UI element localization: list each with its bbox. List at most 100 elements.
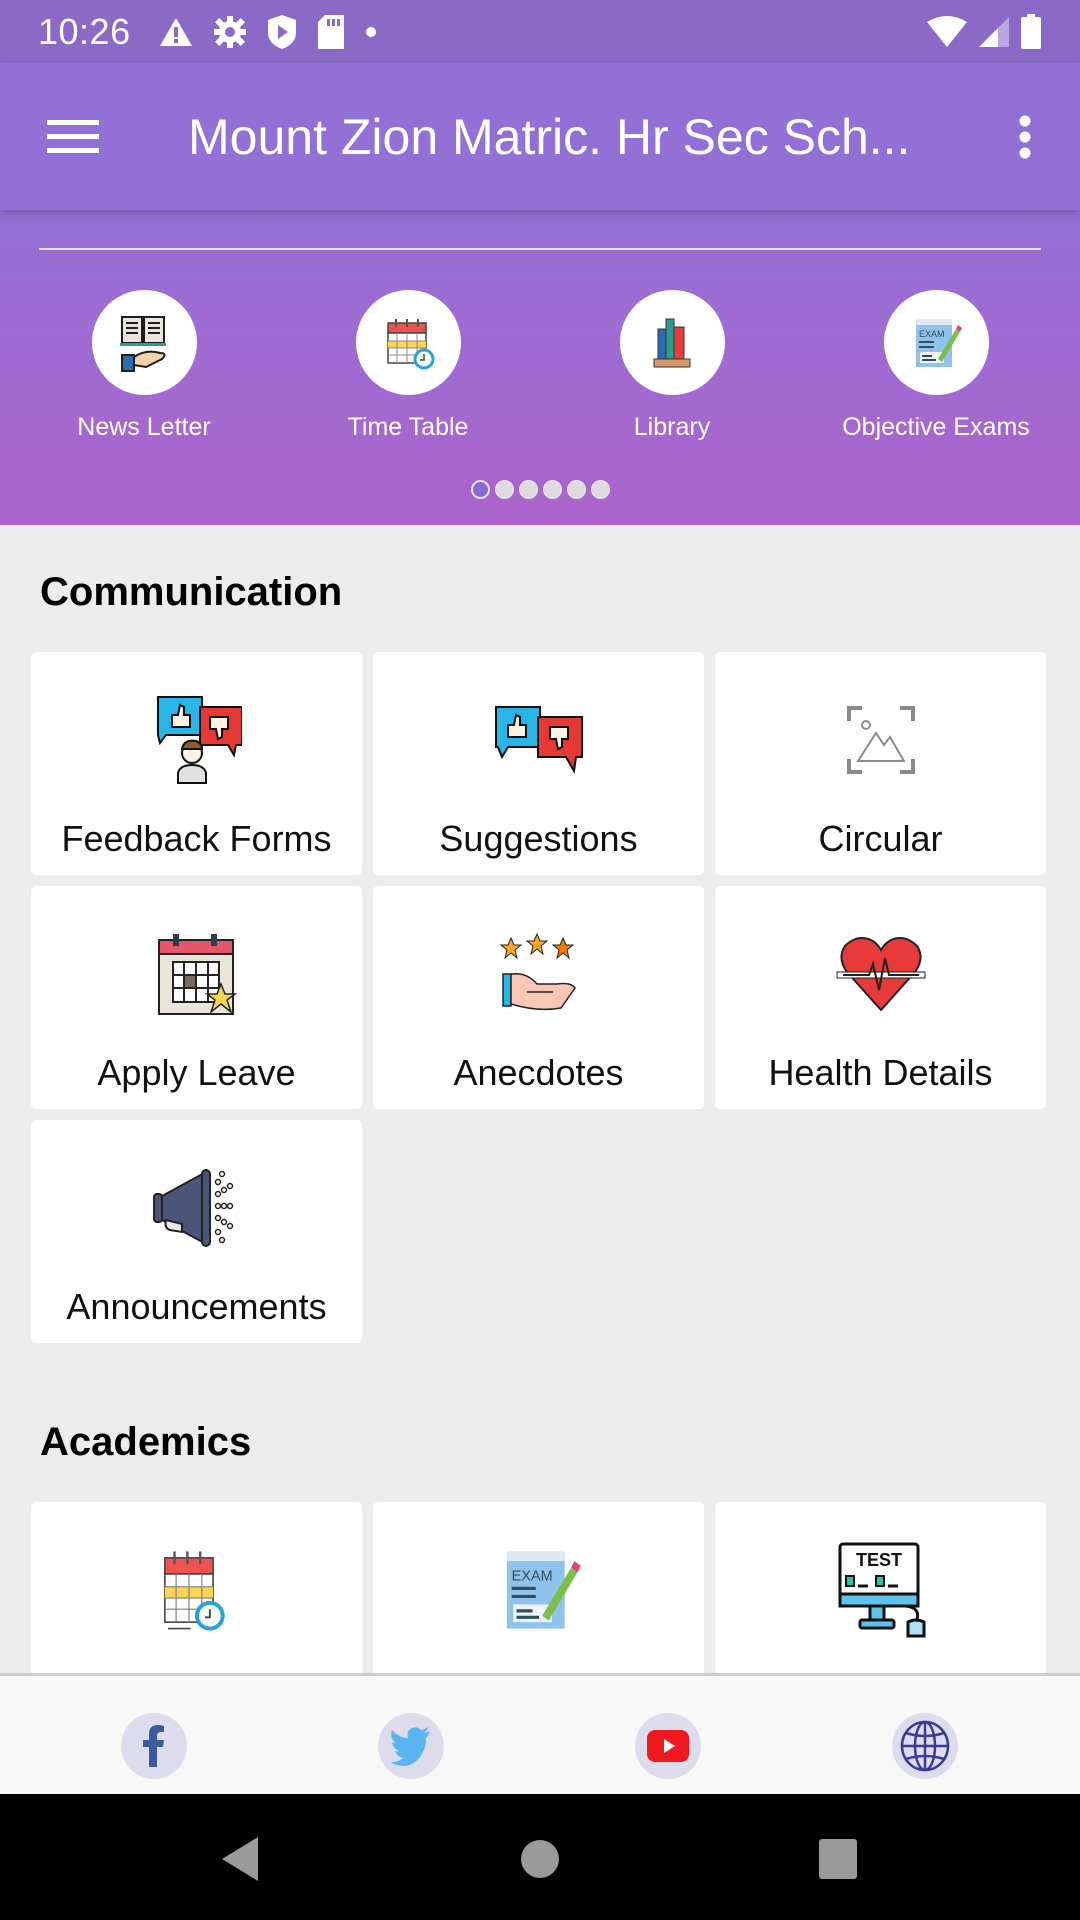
calendar-clock-icon	[387, 318, 435, 369]
quick-links-carousel[interactable]: News Letter Time Table Library EXAM Obje…	[0, 290, 1080, 442]
svg-text:EXAM: EXAM	[919, 329, 945, 339]
tile-icon	[147, 924, 247, 1024]
recents-icon	[819, 1839, 857, 1879]
books-icon	[653, 318, 691, 367]
back-button[interactable]	[210, 1834, 270, 1884]
exam-paper-pencil-icon: EXAM	[506, 1551, 581, 1629]
quick-link-icon-circle	[91, 290, 197, 395]
thumbs-up-down-bubbles-icon	[494, 706, 583, 775]
quick-link-label: Library	[633, 413, 711, 441]
menu-button[interactable]	[23, 87, 123, 187]
home-button[interactable]	[510, 1834, 570, 1884]
tile-label: Circular	[818, 818, 943, 859]
section-title-communication: Communication	[40, 570, 343, 614]
pager-dot[interactable]	[518, 480, 538, 499]
tile-icon	[147, 690, 247, 790]
tile-academics-exams[interactable]: EXAM	[373, 1502, 704, 1673]
megaphone-icon	[152, 1169, 233, 1247]
facebook-icon	[143, 1725, 164, 1767]
tile-suggestions[interactable]: Suggestions	[373, 652, 704, 875]
calendar-star-icon	[157, 934, 237, 1015]
system-icons	[926, 13, 1042, 50]
gear-icon	[213, 15, 246, 48]
twitter-button[interactable]	[378, 1713, 444, 1779]
facebook-button[interactable]	[121, 1713, 187, 1779]
newsletter-book-hand-icon	[120, 315, 166, 372]
battery-icon	[1021, 13, 1041, 49]
tile-icon	[489, 690, 589, 790]
stars-hand-icon	[499, 932, 576, 1011]
more-vert-icon	[1019, 115, 1031, 158]
communication-grid: Feedback Forms Suggestions Circular Appl…	[31, 652, 1046, 1343]
alert-icon	[159, 17, 192, 46]
system-navigation-bar	[0, 1794, 1080, 1920]
recents-button[interactable]	[808, 1834, 868, 1884]
svg-text:TEST: TEST	[856, 1550, 902, 1570]
quick-link-library[interactable]: Library	[540, 290, 804, 442]
section-title-academics: Academics	[40, 1420, 252, 1464]
pager-dot[interactable]	[590, 480, 610, 499]
status-time: 10:26	[38, 10, 131, 52]
youtube-icon	[647, 1730, 689, 1762]
carousel-pager	[0, 480, 1080, 499]
tile-icon	[831, 924, 931, 1024]
hamburger-menu-icon	[47, 119, 99, 153]
sd-card-icon	[317, 14, 344, 49]
pager-dot[interactable]	[494, 480, 514, 499]
tile-announcements[interactable]: Announcements	[31, 1120, 362, 1343]
quick-link-icon-circle	[619, 290, 725, 395]
quick-link-icon-circle	[355, 290, 461, 395]
quick-link-time-table[interactable]: Time Table	[276, 290, 540, 442]
calendar-clock-icon	[163, 1551, 225, 1631]
feedback-thumbs-person-icon	[156, 696, 242, 784]
tile-label: Apply Leave	[97, 1052, 296, 1093]
academics-grid: EXAM TEST	[31, 1502, 1046, 1673]
svg-text:EXAM: EXAM	[511, 1568, 552, 1584]
shield-play-icon	[267, 14, 296, 49]
quick-link-label: Time Table	[347, 413, 469, 441]
overflow-menu-button[interactable]	[995, 87, 1055, 187]
quick-link-label: News Letter	[77, 413, 211, 441]
pager-dot[interactable]	[542, 480, 562, 499]
exam-paper-pencil-icon: EXAM	[916, 318, 962, 367]
tile-label: Anecdotes	[453, 1052, 624, 1093]
back-icon	[222, 1837, 258, 1881]
twitter-icon	[390, 1727, 430, 1766]
tile-label: Announcements	[66, 1286, 327, 1327]
wifi-icon	[927, 15, 967, 47]
tile-icon	[147, 1158, 247, 1258]
pager-dot[interactable]	[566, 480, 586, 499]
quick-link-icon-circle: EXAM	[883, 290, 989, 395]
tile-anecdotes[interactable]: Anecdotes	[373, 886, 704, 1109]
pager-dot-active[interactable]	[470, 480, 490, 499]
main-content[interactable]: Communication Feedback Forms Suggestions…	[0, 525, 1080, 1673]
tile-label: Health Details	[768, 1052, 993, 1093]
quick-link-news-letter[interactable]: News Letter	[12, 290, 276, 442]
cell-signal-icon	[979, 16, 1009, 47]
tile-icon: TEST	[831, 1540, 931, 1640]
tile-apply-leave[interactable]: Apply Leave	[31, 886, 362, 1109]
dot-icon	[365, 26, 376, 37]
globe-icon	[900, 1720, 950, 1772]
notification-icons	[159, 14, 377, 50]
home-icon	[521, 1840, 559, 1878]
tile-icon	[831, 690, 931, 790]
tile-academics-online-test[interactable]: TEST	[715, 1502, 1046, 1673]
status-bar: 10:26	[0, 0, 1080, 63]
banner-divider	[39, 248, 1041, 250]
tile-label: Suggestions	[439, 818, 638, 859]
tile-health-details[interactable]: Health Details	[715, 886, 1046, 1109]
social-links	[0, 1713, 1080, 1779]
youtube-button[interactable]	[635, 1713, 701, 1779]
quick-link-label: Objective Exams	[842, 413, 1030, 441]
computer-test-icon: TEST	[838, 1542, 925, 1638]
social-footer	[0, 1673, 1080, 1794]
tile-feedback-forms[interactable]: Feedback Forms	[31, 652, 362, 875]
tile-academics-timetable[interactable]	[31, 1502, 362, 1673]
quick-link-objective-exams[interactable]: EXAM Objective Exams	[804, 290, 1068, 442]
website-button[interactable]	[892, 1713, 958, 1779]
image-placeholder-icon	[846, 706, 915, 774]
app-bar: Mount Zion Matric. Hr Sec Sch...	[0, 63, 1080, 210]
heart-pulse-icon	[836, 937, 925, 1012]
tile-circular[interactable]: Circular	[715, 652, 1046, 875]
